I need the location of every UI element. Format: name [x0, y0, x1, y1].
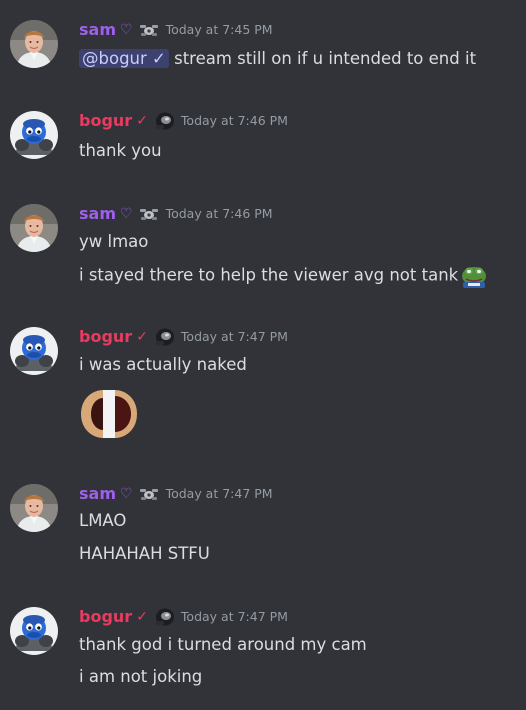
message-line: stream still on if u intended to end it	[174, 49, 477, 68]
timestamp: Today at 7:46 PM	[180, 113, 288, 128]
user-mention[interactable]: @bogur ✓	[79, 49, 169, 68]
message-text: @bogur ✓ stream still on if u intended t…	[79, 48, 476, 70]
timestamp: Today at 7:46 PM	[165, 206, 273, 221]
message-text: i stayed there to help the viewer avg no…	[79, 263, 488, 289]
message-header: sam ♡ Today at 7:47 PM	[79, 484, 273, 504]
message-header: sam ♡ Today at 7:45 PM	[79, 20, 273, 40]
message-line: i was actually naked	[79, 355, 247, 374]
message-header: bogur ✓ Today at 7:47 PM	[79, 327, 288, 347]
helmet-icon[interactable]	[153, 327, 175, 347]
timestamp: Today at 7:47 PM	[180, 329, 288, 344]
drone-icon[interactable]	[138, 484, 160, 504]
heart-icon: ♡	[120, 206, 133, 222]
message-header: bogur ✓ Today at 7:47 PM	[79, 607, 288, 627]
message-header: sam ♡ Today at 7:46 PM	[79, 204, 273, 224]
message-line: thank you	[79, 141, 162, 160]
username[interactable]: sam	[79, 484, 116, 504]
avatar-sam[interactable]	[10, 20, 58, 68]
message-line: i am not joking	[79, 667, 203, 686]
helmet-icon[interactable]	[153, 607, 175, 627]
avatar-bogur[interactable]	[10, 111, 58, 159]
frog-emoji[interactable]	[460, 263, 488, 289]
avatar-sam[interactable]	[10, 204, 58, 252]
checkmark-icon: ✓	[136, 609, 148, 625]
checkmark-icon: ✓	[136, 113, 148, 129]
username[interactable]: bogur	[79, 327, 132, 347]
heart-icon: ♡	[120, 486, 133, 502]
drone-icon[interactable]	[138, 20, 160, 40]
username[interactable]: bogur	[79, 111, 132, 131]
message-line: yw lmao	[79, 232, 149, 251]
avatar-sam[interactable]	[10, 484, 58, 532]
checkmark-icon: ✓	[136, 329, 148, 345]
username[interactable]: bogur	[79, 607, 132, 627]
timestamp: Today at 7:47 PM	[165, 486, 273, 501]
avatar-bogur[interactable]	[10, 327, 58, 375]
username[interactable]: sam	[79, 204, 116, 224]
timestamp: Today at 7:45 PM	[165, 22, 273, 37]
avatar-bogur[interactable]	[10, 607, 58, 655]
drone-icon[interactable]	[138, 204, 160, 224]
helmet-icon[interactable]	[153, 111, 175, 131]
message-line: LMAO	[79, 511, 127, 530]
username[interactable]: sam	[79, 20, 116, 40]
timestamp: Today at 7:47 PM	[180, 609, 288, 624]
sticker-image[interactable]	[79, 386, 139, 442]
message-line: HAHAHAH STFU	[79, 544, 210, 563]
message-line: thank god i turned around my cam	[79, 635, 367, 654]
message-header: bogur ✓ Today at 7:46 PM	[79, 111, 288, 131]
message-line: i stayed there to help the viewer avg no…	[79, 265, 459, 285]
heart-icon: ♡	[120, 22, 133, 38]
